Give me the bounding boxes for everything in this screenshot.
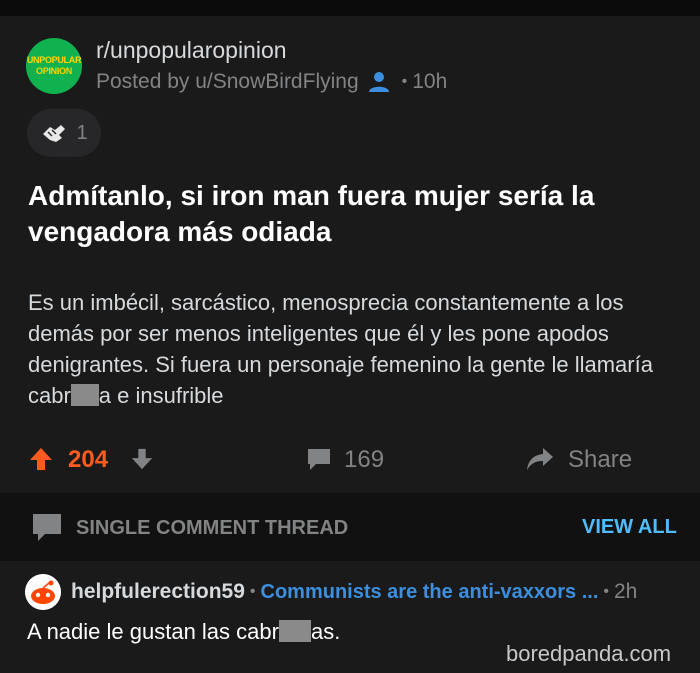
comment-text-part2: as. [310,619,341,644]
post-meta: Posted by u/SnowBirdFlying • 10h [96,70,447,94]
post-time: 10h [412,70,448,93]
comment: helpfulerection59 • Communists are the a… [0,561,700,673]
comment-text: A nadie le gustan las cabr as. [27,619,340,645]
post-title[interactable]: Admítanlo, si iron man fuera mujer sería… [28,178,668,250]
post-body-part2: a e insufrible [98,383,224,408]
vote-score: 204 [68,446,109,473]
subreddit-avatar-line2: OPINION [36,66,72,76]
comment-time: 2h [614,580,638,603]
post-actions: 204 169 Share [0,440,700,480]
subreddit-avatar-line1: UNPOPULAR [26,55,82,65]
comment-separator: • [603,583,609,600]
subreddit-avatar[interactable]: UNPOPULAR OPINION [26,38,82,94]
commenter-avatar[interactable] [25,574,61,610]
comment-username[interactable]: helpfulerection59 [71,580,245,604]
redaction-block [70,384,99,406]
award-count: 1 [76,121,88,144]
user-icon [367,71,391,93]
single-comment-thread-bar: SINGLE COMMENT THREAD VIEW ALL [0,493,700,561]
award-chip[interactable]: 1 [27,109,101,157]
upvote-icon[interactable] [28,446,54,477]
share-button[interactable]: Share [568,446,632,474]
subreddit-name[interactable]: r/unpopularopinion [96,37,287,64]
posted-by[interactable]: Posted by u/SnowBirdFlying [96,70,359,94]
post-body: Es un imbécil, sarcástico, menosprecia c… [28,287,688,411]
comment-header: helpfulerection59 • Communists are the a… [71,580,637,604]
comment-bubble-icon [30,510,64,549]
comment-icon[interactable] [306,446,332,477]
downvote-icon[interactable] [130,446,154,477]
helpful-award-icon [43,125,66,142]
share-icon[interactable] [525,444,555,479]
top-bar [0,0,700,16]
comment-count[interactable]: 169 [344,446,384,474]
watermark: boredpanda.com [506,641,672,666]
comment-text-part1: A nadie le gustan las cabr [27,619,279,644]
comment-separator: • [249,583,256,600]
thread-label: SINGLE COMMENT THREAD [76,517,349,539]
meta-separator: • [401,73,408,90]
view-all-link[interactable]: VIEW ALL [582,516,677,539]
redaction-block [278,620,311,642]
user-flair: Communists are the anti-vaxxors ... [260,580,599,603]
